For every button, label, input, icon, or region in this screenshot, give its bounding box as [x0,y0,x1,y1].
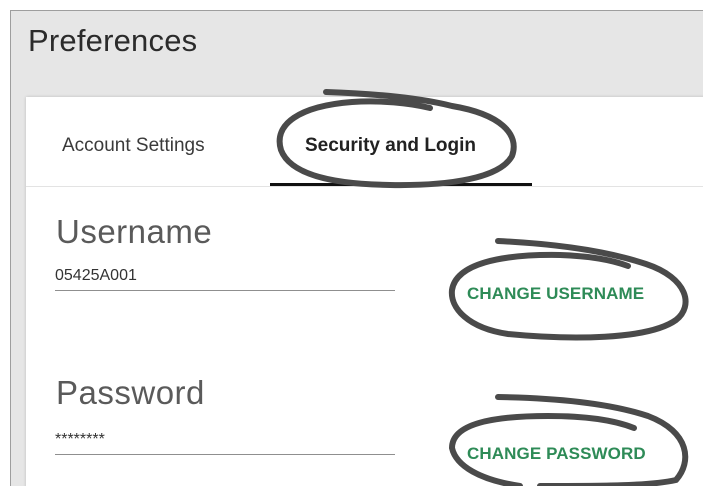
tab-bar: Account Settings Security and Login [26,97,703,187]
password-field[interactable] [55,429,395,455]
preferences-card: Account Settings Security and Login User… [26,97,703,486]
active-tab-indicator [270,183,532,186]
change-username-button[interactable]: CHANGE USERNAME [467,284,644,304]
change-password-button[interactable]: CHANGE PASSWORD [467,444,646,464]
password-heading: Password [56,374,205,411]
username-heading: Username [56,213,213,250]
page-title: Preferences [28,23,198,58]
username-field[interactable] [55,265,395,291]
preferences-window: Preferences Account Settings Security an… [10,10,703,486]
tab-security-and-login[interactable]: Security and Login [305,135,476,157]
tab-account-settings[interactable]: Account Settings [62,135,205,157]
